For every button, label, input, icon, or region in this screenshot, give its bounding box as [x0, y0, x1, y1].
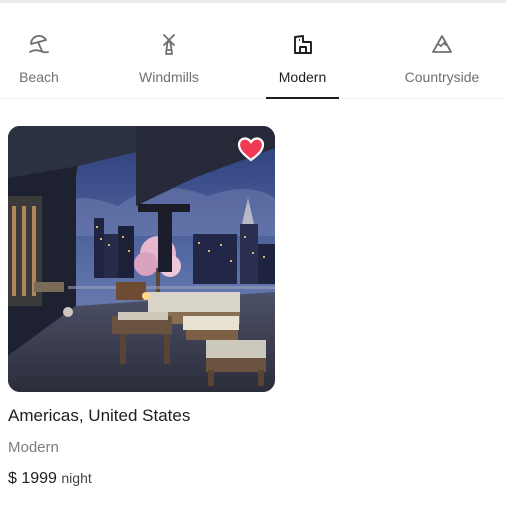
category-label: Beach [19, 69, 59, 85]
rooftop-terrace-image [8, 126, 275, 392]
listing-price-row: $ 1999 night [8, 470, 275, 488]
active-category-indicator [266, 97, 339, 99]
mountain-icon [429, 31, 455, 57]
category-label: Modern [278, 69, 327, 85]
listing-photo[interactable] [8, 126, 275, 392]
category-beach[interactable]: Beach [8, 3, 70, 99]
category-bar: Beach Windmills Modern Countryside [0, 3, 506, 99]
modern-house-icon [290, 31, 316, 57]
windmill-icon [156, 31, 182, 57]
listing-price: $ 1999 [8, 470, 57, 487]
category-label: Windmills [139, 69, 199, 85]
listing-card[interactable]: Americas, United States Modern $ 1999 ni… [8, 126, 275, 488]
beach-umbrella-icon [26, 31, 52, 57]
favorite-heart-icon[interactable] [237, 136, 265, 162]
listing-price-unit: night [61, 470, 92, 486]
category-countryside[interactable]: Countryside [398, 3, 486, 99]
listing-category: Modern [8, 439, 59, 456]
category-label: Countryside [404, 69, 480, 85]
category-modern[interactable]: Modern [266, 3, 339, 99]
listing-title[interactable]: Americas, United States [8, 406, 275, 426]
category-windmills[interactable]: Windmills [130, 3, 208, 99]
